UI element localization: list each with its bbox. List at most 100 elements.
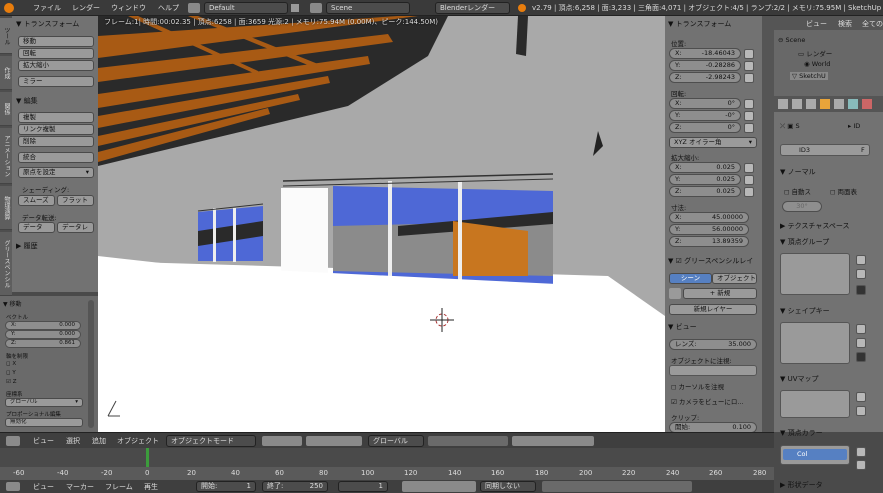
scale-x-field[interactable]: X: 0.025 — [669, 162, 741, 173]
data-layout-button[interactable]: データレ — [57, 222, 94, 233]
object-tab-icon[interactable] — [820, 99, 830, 109]
add-icon[interactable] — [856, 324, 866, 334]
scene-icon[interactable] — [310, 3, 322, 13]
rotation-x-field[interactable]: X: 0° — [669, 98, 741, 109]
scale-y-field[interactable]: Y: 0.025 — [669, 174, 741, 185]
flat-button[interactable]: フラット — [57, 195, 94, 206]
outliner-render[interactable]: ▭ レンダー — [798, 48, 832, 58]
lock-icon[interactable] — [744, 187, 754, 197]
dimensions-x-field[interactable]: X: 45.00000 — [669, 212, 749, 223]
modifier-tab-icon[interactable] — [834, 99, 844, 109]
join-button[interactable]: 統合 — [18, 152, 94, 163]
pencil-icon[interactable] — [669, 288, 681, 299]
orientation-select[interactable]: グローバル ▾ — [5, 398, 83, 407]
snap-icons[interactable] — [512, 436, 594, 446]
smooth-button[interactable]: スムーズ — [18, 195, 55, 206]
constraint-z-checkbox[interactable]: ☑ Z — [6, 379, 16, 385]
location-x-field[interactable]: X: -18.46043 — [669, 48, 741, 59]
scene-tab-icon[interactable] — [792, 99, 802, 109]
menu-icon[interactable] — [856, 352, 866, 362]
tab-grease-pencil[interactable]: グリースペンシル — [0, 232, 12, 296]
operator-header[interactable]: ▼ 移動 — [3, 299, 22, 308]
vector-y-field[interactable]: Y: 0.000 — [5, 330, 81, 339]
timeline-playback-menu[interactable]: 再生 — [144, 482, 158, 492]
vertex-color-item[interactable]: Col — [783, 449, 847, 460]
vertex-groups-list[interactable] — [780, 253, 850, 295]
outliner-filter[interactable]: 全ての — [862, 19, 883, 29]
add-menu[interactable]: 追加 — [92, 436, 106, 446]
lock-camera-checkbox[interactable]: ☑ カメラをビューにロ... — [671, 396, 744, 406]
remove-icon[interactable] — [856, 460, 866, 470]
data-transfer-button[interactable]: データ — [18, 222, 55, 233]
mirror-button[interactable]: ミラー — [18, 76, 94, 87]
outliner-sketchup[interactable]: ▽ SketchU — [790, 72, 828, 80]
outliner-search-menu[interactable]: 検索 — [838, 19, 852, 29]
n-transform-header[interactable]: ▼ トランスフォーム — [668, 19, 731, 29]
shape-keys-list[interactable] — [780, 322, 850, 364]
timeline-marker-menu[interactable]: マーカー — [66, 482, 94, 492]
vertex-colors-header[interactable]: ▼ 頂点カラー — [780, 428, 823, 438]
mode-select[interactable]: オブジェクトモード — [166, 435, 256, 447]
rotation-y-field[interactable]: Y: -0° — [669, 110, 741, 121]
grease-pencil-header[interactable]: ▼ ☑ グリースペンシルレイ — [668, 256, 760, 266]
lock-icon[interactable] — [744, 175, 754, 185]
lock-icon[interactable] — [744, 49, 754, 59]
constraint-x-checkbox[interactable]: ◻ X — [6, 361, 16, 367]
scene-select[interactable]: Scene — [326, 2, 410, 14]
location-y-field[interactable]: Y: -0.28286 — [669, 60, 741, 71]
gp-new-button[interactable]: + 新規 — [683, 288, 757, 299]
lens-field[interactable]: レンズ: 35.000 — [669, 339, 757, 350]
location-z-field[interactable]: Z: -2.98243 — [669, 72, 741, 83]
menu-window[interactable]: ウィンドウ — [111, 0, 146, 16]
shading-mode-icon[interactable] — [262, 436, 302, 446]
add-layout-icon[interactable] — [291, 4, 299, 12]
object-menu[interactable]: オブジェクト — [117, 436, 159, 446]
scale-z-field[interactable]: Z: 0.025 — [669, 186, 741, 197]
menu-file[interactable]: ファイル — [33, 0, 61, 16]
render-engine-select[interactable]: Blenderレンダー — [435, 2, 510, 14]
screen-layout-icon[interactable] — [188, 3, 200, 13]
tab-create[interactable]: 作成 — [0, 56, 12, 90]
view-menu[interactable]: ビュー — [33, 436, 54, 446]
timeline-frame-menu[interactable]: フレーム — [105, 482, 133, 492]
set-origin-button[interactable]: 原点を設定 ▾ — [18, 167, 94, 178]
history-header[interactable]: ▶ 履歴 — [16, 241, 38, 251]
move-button[interactable]: 移動 — [18, 36, 94, 47]
keying-controls[interactable] — [542, 481, 692, 492]
editor-type-icon[interactable] — [6, 436, 20, 446]
rotation-z-field[interactable]: Z: 0° — [669, 122, 741, 133]
scale-button[interactable]: 拡大縮小 — [18, 60, 94, 71]
tab-relations[interactable]: 関係 — [0, 92, 12, 126]
lock-cursor-checkbox[interactable]: ◻ カーソルを注視 — [671, 381, 724, 391]
shape-keys-header[interactable]: ▼ シェイプキー — [780, 306, 830, 316]
vertex-groups-header[interactable]: ▼ 頂点グループ — [780, 237, 829, 247]
rotate-button[interactable]: 回転 — [18, 48, 94, 59]
rotation-mode-select[interactable]: XYZ オイラー角 ▾ — [669, 137, 757, 148]
outliner-view-menu[interactable]: ビュー — [806, 19, 827, 29]
tab-tools[interactable]: ツール — [0, 18, 12, 54]
vector-x-field[interactable]: X: 0.000 — [5, 321, 81, 330]
gp-scene-button[interactable]: シーン — [669, 273, 712, 284]
linked-duplicate-button[interactable]: リンク複製 — [18, 124, 94, 135]
material-tab-icon[interactable] — [862, 99, 872, 109]
constraint-y-checkbox[interactable]: ◻ Y — [6, 370, 16, 376]
timeline-editor-icon[interactable] — [6, 482, 20, 491]
double-sided-checkbox[interactable]: ◻ 両面表 — [830, 186, 857, 196]
menu-render[interactable]: レンダー — [72, 0, 100, 16]
operator-scrollbar[interactable] — [88, 300, 94, 428]
tab-physics[interactable]: 物理演算 — [0, 186, 12, 230]
lock-icon[interactable] — [744, 61, 754, 71]
texture-space-header[interactable]: ▶ テクスチャスペース — [780, 221, 850, 231]
start-frame-field[interactable]: 開始: 1 — [196, 481, 256, 492]
lock-object-field[interactable] — [669, 365, 757, 376]
dimensions-y-field[interactable]: Y: 56.00000 — [669, 224, 749, 235]
select-menu[interactable]: 選択 — [66, 436, 80, 446]
add-icon[interactable] — [856, 392, 866, 402]
view-header[interactable]: ▼ ビュー — [668, 322, 697, 332]
sync-select[interactable]: 同期しない — [480, 481, 536, 492]
auto-smooth-angle-field[interactable]: 30° — [782, 201, 822, 212]
vector-z-field[interactable]: Z: 0.861 — [5, 339, 81, 348]
delete-button[interactable]: 削除 — [18, 136, 94, 147]
uv-maps-header[interactable]: ▼ UVマップ — [780, 374, 819, 384]
tab-animation[interactable]: アニメーション — [0, 128, 12, 184]
